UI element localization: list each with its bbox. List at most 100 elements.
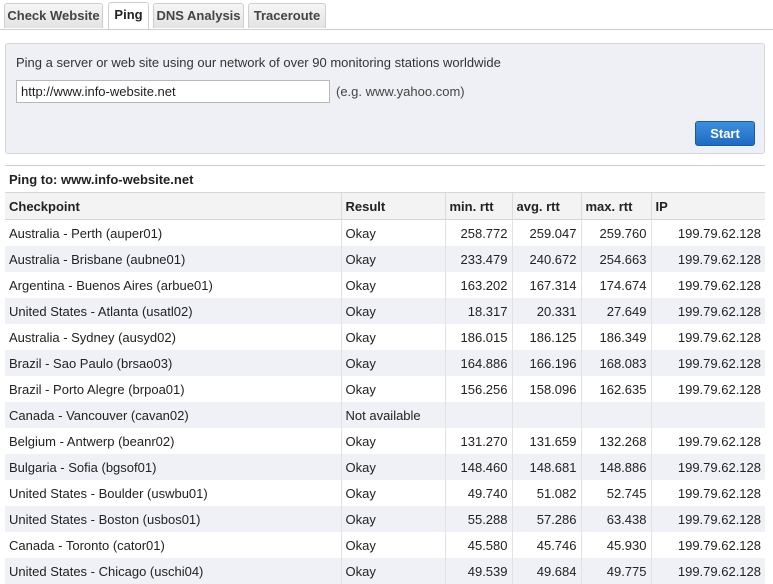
column-header-max-rtt[interactable]: max. rtt bbox=[580, 192, 651, 220]
cell-max-rtt: 174.674 bbox=[580, 272, 651, 298]
table-row: United States - Boston (usbos01) Okay 55.2… bbox=[5, 506, 765, 532]
tab-ping[interactable]: Ping bbox=[108, 2, 149, 29]
cell-result: Okay bbox=[340, 428, 445, 454]
cell-ip: 199.79.62.128 bbox=[650, 480, 765, 506]
cell-checkpoint: Brazil - Porto Alegre (brpoa01) bbox=[9, 381, 185, 397]
cell-max-rtt: 27.649 bbox=[580, 298, 651, 324]
cell-max-rtt: 254.663 bbox=[580, 246, 651, 272]
cell-result: Okay bbox=[340, 480, 445, 506]
cell-min-rtt: 148.460 bbox=[444, 454, 512, 480]
cell-checkpoint: United States - Boulder (uswbu01) bbox=[9, 485, 208, 501]
cell-ip: 199.79.62.128 bbox=[650, 246, 765, 272]
column-header-avg-rtt[interactable]: avg. rtt bbox=[511, 192, 581, 220]
cell-ip: 199.79.62.128 bbox=[650, 324, 765, 350]
cell-checkpoint: Canada - Toronto (cator01) bbox=[9, 537, 165, 553]
url-input[interactable] bbox=[16, 80, 330, 103]
cell-avg-rtt: 166.196 bbox=[511, 350, 581, 376]
cell-min-rtt bbox=[444, 402, 512, 428]
cell-ip: 199.79.62.128 bbox=[650, 219, 765, 246]
cell-avg-rtt: 49.684 bbox=[511, 558, 581, 584]
cell-max-rtt: 52.745 bbox=[580, 480, 651, 506]
cell-max-rtt: 63.438 bbox=[580, 506, 651, 532]
cell-checkpoint: Australia - Perth (auper01) bbox=[9, 225, 163, 241]
cell-checkpoint: United States - Chicago (uschi04) bbox=[5, 558, 341, 584]
table-row: Argentina - Buenos Aires (arbue01) Okay 16… bbox=[5, 272, 765, 298]
table-row: Canada - Vancouver (cavan02) Not availabl… bbox=[5, 402, 765, 428]
cell-checkpoint: United States - Boston (usbos01) bbox=[5, 506, 341, 532]
cell-max-rtt: 259.760 bbox=[580, 219, 651, 246]
cell-result: Okay bbox=[340, 324, 445, 350]
cell-avg-rtt: 240.672 bbox=[511, 246, 581, 272]
cell-min-rtt: 45.580 bbox=[444, 532, 512, 558]
cell-min-rtt: 156.256 bbox=[444, 376, 512, 402]
results-title: Ping to: www.info-website.net bbox=[5, 165, 765, 192]
cell-max-rtt: 186.349 bbox=[580, 324, 651, 350]
cell-avg-rtt: 186.125 bbox=[511, 324, 581, 350]
cell-ip: 199.79.62.128 bbox=[650, 558, 765, 584]
cell-avg-rtt bbox=[511, 402, 581, 428]
column-header-ip[interactable]: IP bbox=[650, 192, 765, 220]
cell-ip: 199.79.62.128 bbox=[650, 532, 765, 558]
cell-min-rtt: 163.202 bbox=[444, 272, 512, 298]
cell-checkpoint: Belgium - Antwerp (beanr02) bbox=[9, 433, 175, 449]
table-row: Australia - Sydney (ausyd02) Okay 186.015 1… bbox=[5, 324, 765, 350]
cell-avg-rtt: 158.096 bbox=[511, 376, 581, 402]
cell-result: Okay bbox=[340, 219, 445, 246]
cell-result: Not available bbox=[340, 402, 445, 428]
cell-result: Okay bbox=[340, 272, 445, 298]
cell-min-rtt: 49.740 bbox=[444, 480, 512, 506]
table-header-row: Checkpoint Result min. rtt avg. rtt max.… bbox=[5, 192, 765, 220]
column-header-result[interactable]: Result bbox=[340, 192, 445, 220]
cell-ip: 199.79.62.128 bbox=[650, 376, 765, 402]
cell-max-rtt: 49.775 bbox=[580, 558, 651, 584]
cell-min-rtt: 164.886 bbox=[444, 350, 512, 376]
form-description: Ping a server or web site using our netw… bbox=[16, 55, 501, 70]
cell-avg-rtt: 148.681 bbox=[511, 454, 581, 480]
cell-result: Okay bbox=[340, 532, 445, 558]
cell-checkpoint: United States - Atlanta (usatl02) bbox=[5, 298, 341, 324]
cell-min-rtt: 233.479 bbox=[444, 246, 512, 272]
cell-result: Okay bbox=[340, 246, 445, 272]
cell-ip: 199.79.62.128 bbox=[650, 272, 765, 298]
cell-ip: 199.79.62.128 bbox=[650, 298, 765, 324]
results-table: Checkpoint Result min. rtt avg. rtt max.… bbox=[5, 192, 765, 584]
cell-ip: 199.79.62.128 bbox=[650, 454, 765, 480]
tab-check-website[interactable]: Check Website bbox=[4, 3, 103, 28]
cell-result: Okay bbox=[340, 558, 445, 584]
cell-avg-rtt: 45.746 bbox=[511, 532, 581, 558]
cell-max-rtt: 162.635 bbox=[580, 376, 651, 402]
column-header-min-rtt[interactable]: min. rtt bbox=[444, 192, 512, 220]
cell-min-rtt: 258.772 bbox=[444, 219, 512, 246]
table-row: United States - Chicago (uschi04) Okay 49.… bbox=[5, 558, 765, 584]
tab-traceroute[interactable]: Traceroute bbox=[248, 3, 326, 28]
cell-result: Okay bbox=[340, 454, 445, 480]
cell-checkpoint: Canada - Vancouver (cavan02) bbox=[5, 402, 341, 428]
tab-bar: Check Website Ping DNS Analysis Tracerou… bbox=[0, 0, 773, 30]
cell-ip: 199.79.62.128 bbox=[650, 350, 765, 376]
cell-result: Okay bbox=[340, 506, 445, 532]
cell-avg-rtt: 51.082 bbox=[511, 480, 581, 506]
cell-checkpoint: Argentina - Buenos Aires (arbue01) bbox=[9, 277, 213, 293]
tab-dns-analysis[interactable]: DNS Analysis bbox=[153, 3, 244, 28]
cell-avg-rtt: 20.331 bbox=[511, 298, 581, 324]
cell-avg-rtt: 131.659 bbox=[511, 428, 581, 454]
cell-result: Okay bbox=[340, 350, 445, 376]
table-row: Australia - Perth (auper01) Okay 258.772 25… bbox=[5, 219, 765, 246]
table-row: Australia - Brisbane (aubne01) Okay 233.47… bbox=[5, 246, 765, 272]
cell-checkpoint: Brazil - Sao Paulo (brsao03) bbox=[5, 350, 341, 376]
cell-min-rtt: 55.288 bbox=[444, 506, 512, 532]
cell-avg-rtt: 167.314 bbox=[511, 272, 581, 298]
table-row: United States - Atlanta (usatl02) Okay 18.… bbox=[5, 298, 765, 324]
cell-max-rtt: 45.930 bbox=[580, 532, 651, 558]
cell-max-rtt: 148.886 bbox=[580, 454, 651, 480]
example-hint: (e.g. www.yahoo.com) bbox=[336, 84, 465, 99]
cell-checkpoint: Australia - Sydney (ausyd02) bbox=[9, 329, 176, 345]
cell-max-rtt bbox=[580, 402, 651, 428]
table-row: Canada - Toronto (cator01) Okay 45.580 45.7… bbox=[5, 532, 765, 558]
cell-max-rtt: 132.268 bbox=[580, 428, 651, 454]
cell-ip: 199.79.62.128 bbox=[650, 506, 765, 532]
start-button[interactable]: Start bbox=[695, 121, 755, 146]
cell-min-rtt: 49.539 bbox=[444, 558, 512, 584]
column-header-checkpoint[interactable]: Checkpoint bbox=[5, 192, 341, 220]
cell-checkpoint: Australia - Brisbane (aubne01) bbox=[5, 246, 341, 272]
